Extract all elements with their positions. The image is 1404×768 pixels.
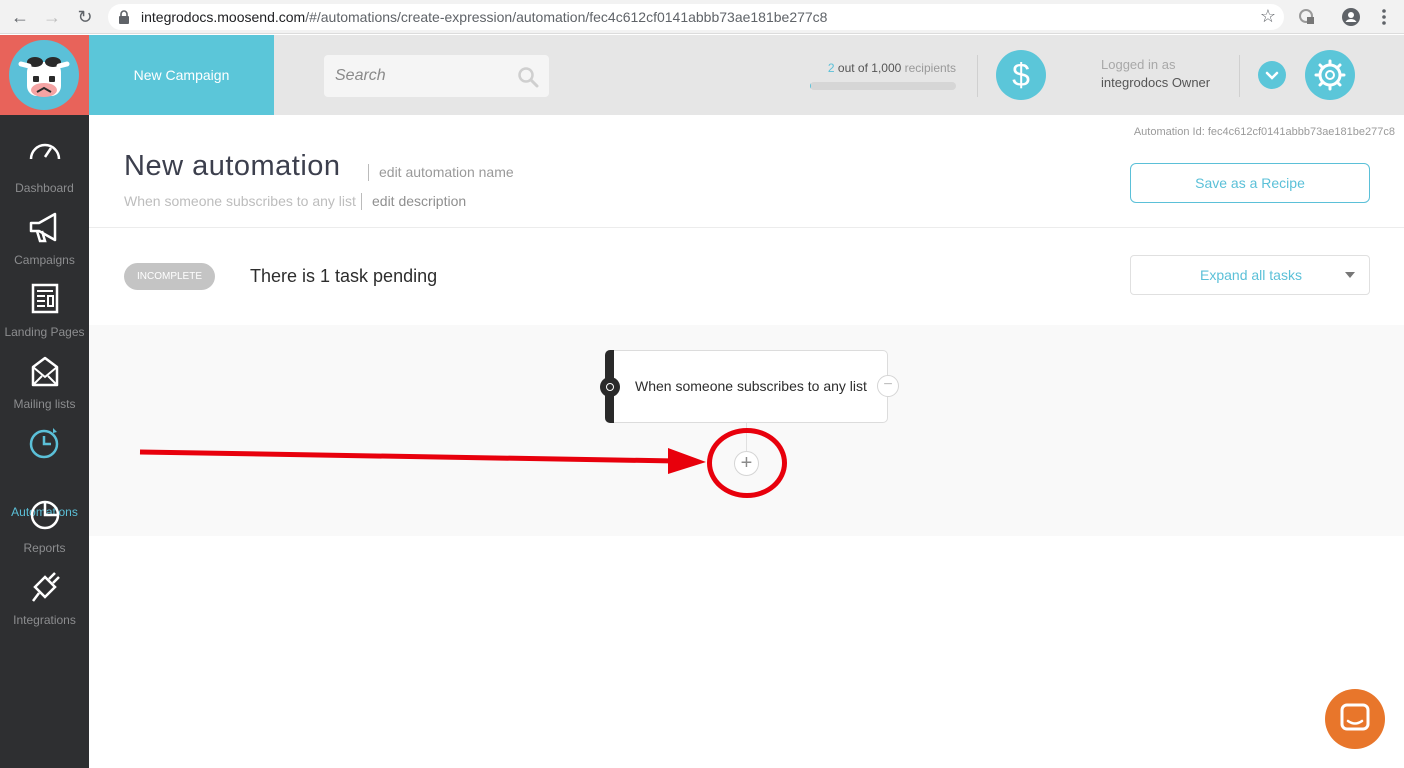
chat-icon (1340, 703, 1370, 731)
annotation-circle (707, 428, 787, 498)
annotation-arrow (139, 448, 706, 474)
chat-widget-button[interactable] (1325, 689, 1385, 749)
